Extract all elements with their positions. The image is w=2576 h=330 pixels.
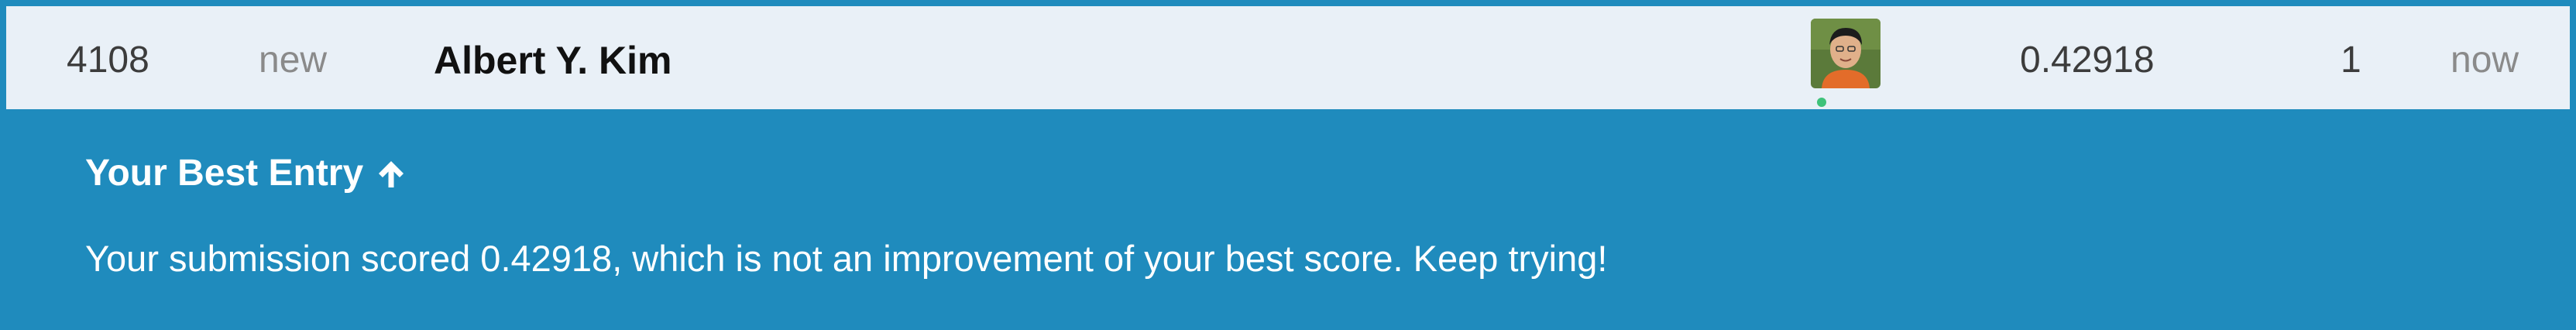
best-entry-heading: Your Best Entry <box>85 152 408 194</box>
leaderboard-row: 4108 new Albert Y. Kim 0.42918 1 now <box>6 6 2570 109</box>
score-value: 0.42918 <box>2020 40 2155 81</box>
best-entry-title: Your Best Entry <box>85 153 364 194</box>
team-name-link[interactable]: Albert Y. Kim <box>434 6 672 109</box>
submission-result-panel: 4108 new Albert Y. Kim 0.42918 1 now You… <box>0 0 2576 330</box>
rank-change-value: new <box>259 40 328 81</box>
last-submission-time: now <box>2451 40 2519 81</box>
submission-result-message: Your submission scored 0.42918, which is… <box>85 238 1608 279</box>
arrow-up-icon <box>374 156 408 191</box>
entries-count: 1 <box>2341 40 2361 81</box>
team-member-avatar[interactable] <box>1811 19 1882 108</box>
online-status-icon <box>1817 98 1826 107</box>
user-avatar-photo-icon <box>1811 19 1880 88</box>
rank-value: 4108 <box>67 40 149 81</box>
